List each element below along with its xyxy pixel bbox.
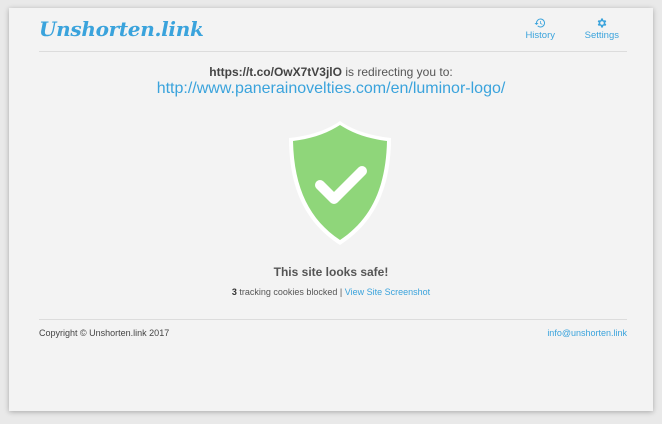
shield-check-icon (289, 121, 391, 245)
redirect-message: https://t.co/OwX7tV3jlO is redirecting y… (9, 65, 653, 79)
history-button[interactable]: History (525, 17, 555, 41)
tracking-info: 3 tracking cookies blocked | View Site S… (9, 287, 653, 297)
contact-email-link[interactable]: info@unshorten.link (547, 328, 627, 338)
view-screenshot-link[interactable]: View Site Screenshot (345, 287, 430, 297)
settings-button[interactable]: Settings (585, 17, 619, 41)
footer-divider (39, 319, 627, 320)
copyright: Copyright © Unshorten.link 2017 (39, 328, 170, 338)
safety-status: This site looks safe! (273, 265, 389, 279)
logo[interactable]: Unshorten.link (39, 17, 204, 41)
gear-icon (597, 18, 607, 28)
header: Unshorten.link History Settings (39, 8, 627, 52)
destination-link[interactable]: http://www.panerainovelties.com/en/lumin… (9, 80, 653, 98)
redirect-text: is redirecting you to: (341, 65, 453, 79)
history-label: History (525, 30, 555, 41)
app-window: Unshorten.link History Settings https://… (9, 8, 653, 411)
history-icon (534, 18, 546, 28)
tracking-text: tracking cookies blocked | (236, 287, 345, 297)
settings-label: Settings (584, 30, 619, 41)
short-url: https://t.co/OwX7tV3jlO (209, 65, 342, 79)
